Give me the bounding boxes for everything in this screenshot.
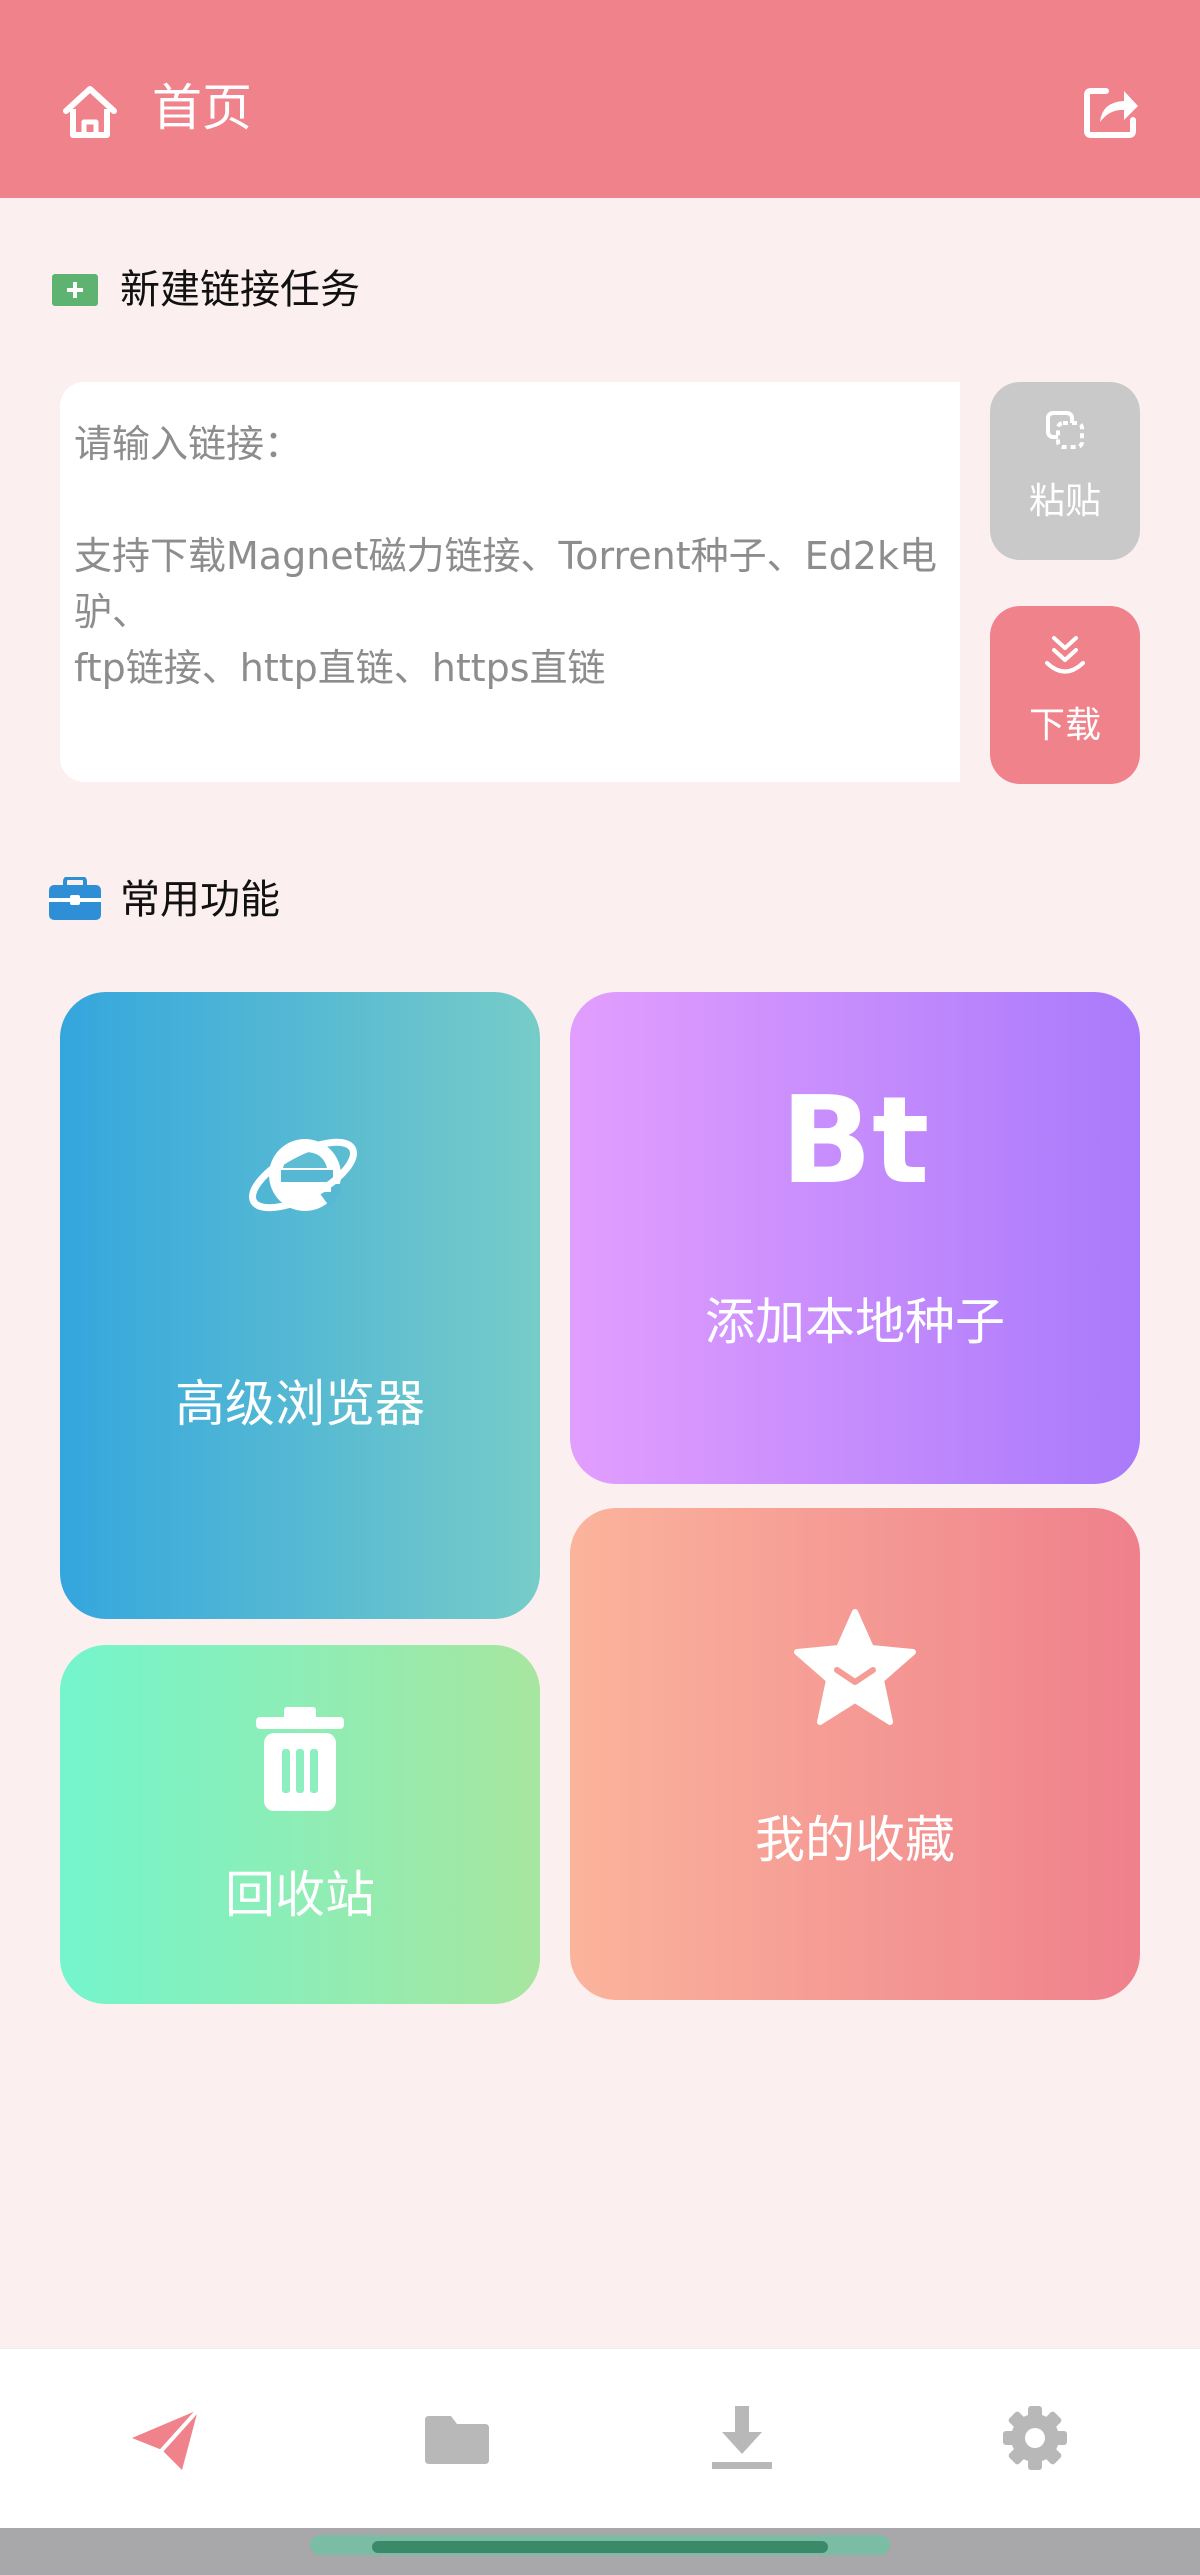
recycle-bin-label: 回收站 [225, 1866, 375, 1924]
favorites-label: 我的收藏 [755, 1811, 955, 1869]
new-task-title: 新建链接任务 [120, 267, 360, 313]
trash-icon [256, 1707, 344, 1811]
home-icon[interactable] [60, 82, 120, 142]
home-indicator[interactable] [372, 2541, 828, 2553]
send-icon[interactable] [124, 2398, 204, 2478]
add-torrent-card[interactable]: Bt 添加本地种子 [570, 992, 1140, 1484]
download-arrow-icon [1045, 636, 1085, 674]
paste-button[interactable]: 粘贴 [990, 382, 1140, 560]
download-icon[interactable] [702, 2398, 782, 2478]
favorites-card[interactable]: 我的收藏 [570, 1508, 1140, 2000]
download-label: 下载 [1028, 705, 1101, 746]
paste-label: 粘贴 [1028, 481, 1101, 522]
folder-icon[interactable] [417, 2398, 497, 2478]
add-task-icon [52, 274, 98, 306]
share-icon[interactable] [1082, 82, 1140, 140]
recycle-bin-card[interactable]: 回收站 [60, 1645, 540, 2004]
download-button[interactable]: 下载 [990, 606, 1140, 784]
browser-icon [248, 1138, 358, 1212]
star-icon [794, 1609, 916, 1725]
browser-card[interactable]: 高级浏览器 [60, 992, 540, 1619]
browser-label: 高级浏览器 [175, 1375, 425, 1433]
common-title: 常用功能 [120, 877, 280, 923]
bt-icon: Bt [780, 1072, 930, 1211]
toolbox-icon [49, 877, 101, 920]
settings-icon[interactable] [995, 2398, 1075, 2478]
link-input[interactable] [60, 382, 960, 782]
paste-icon [1046, 411, 1084, 449]
add-torrent-label: 添加本地种子 [705, 1293, 1005, 1351]
page-title: 首页 [152, 79, 252, 137]
